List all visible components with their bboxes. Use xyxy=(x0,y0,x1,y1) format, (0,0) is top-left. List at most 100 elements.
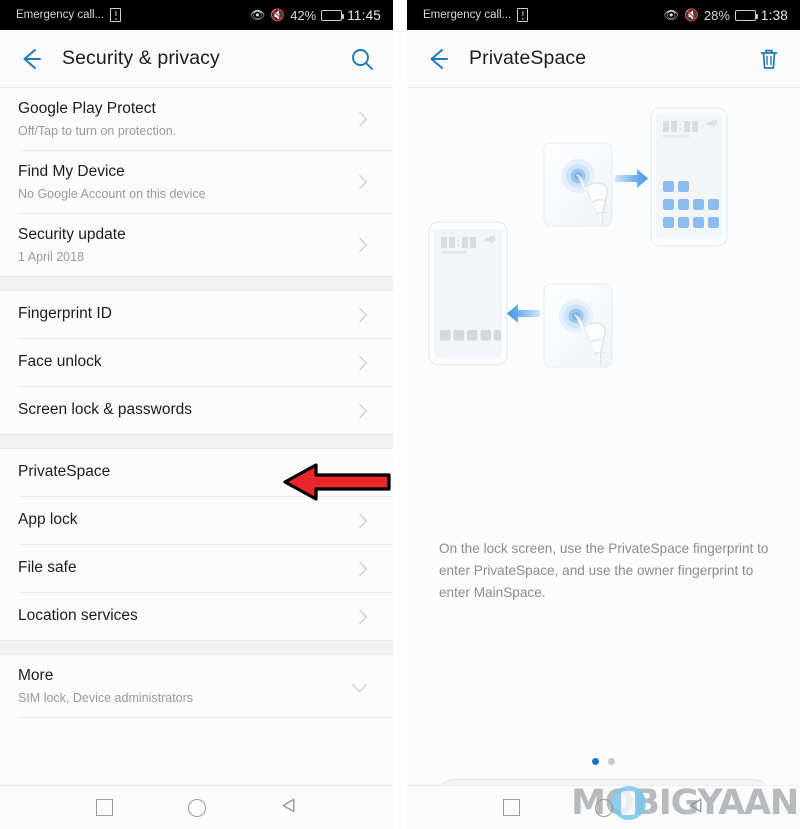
chevron-right-icon xyxy=(352,513,368,528)
privatespace-fingerprint-illustration xyxy=(407,96,800,436)
arrow-right xyxy=(615,169,648,188)
chevron-right-icon xyxy=(352,561,368,576)
page-indicator xyxy=(407,758,800,765)
list-item-text: Location services xyxy=(18,606,355,627)
right-phone-screen: Emergency call... 👁 🔇 28% 1:38 PrivateSp… xyxy=(407,0,800,829)
delete-trash-icon[interactable] xyxy=(756,46,782,72)
list-item-screen-lock-passwords[interactable]: Screen lock & passwords xyxy=(0,387,393,434)
list-item-find-my-device[interactable]: Find My Device No Google Account on this … xyxy=(0,151,393,213)
list-item-google-play-protect[interactable]: Google Play Protect Off/Tap to turn on pr… xyxy=(0,88,393,150)
sim-card-icon xyxy=(110,8,122,22)
list-item-label: PrivateSpace xyxy=(18,463,111,481)
recents-square-icon[interactable] xyxy=(95,799,113,816)
chevron-down-icon xyxy=(351,676,368,692)
list-item-text: File safe xyxy=(18,558,355,579)
chevron-right-icon xyxy=(352,609,368,624)
section-separator xyxy=(0,640,393,655)
battery-icon xyxy=(321,9,345,21)
sim-card-icon xyxy=(517,8,529,22)
mute-icon: 🔇 xyxy=(683,8,699,22)
list-item-label: Screen lock & passwords xyxy=(18,401,193,419)
page-dot-2[interactable] xyxy=(608,758,615,765)
privatespace-phone-right xyxy=(650,107,728,247)
screenshot-root: Emergency call... 👁 🔇 42% 11:45 Security… xyxy=(0,0,800,829)
list-item-app-lock[interactable]: App lock xyxy=(0,497,393,544)
list-item-text: Find My Device No Google Account on this … xyxy=(18,162,355,202)
back-triangle-icon[interactable] xyxy=(281,797,298,819)
list-item-text: Security update 1 April 2018 xyxy=(18,225,355,265)
settings-list: Google Play Protect Off/Tap to turn on pr… xyxy=(0,88,393,718)
list-item-label: File safe xyxy=(18,559,77,577)
status-bar-right: Emergency call... 👁 🔇 28% 1:38 xyxy=(407,0,800,30)
battery-percent-label: 42% xyxy=(290,7,317,23)
list-item-sublabel: SIM lock, Device administrators xyxy=(18,690,194,705)
chevron-right-icon xyxy=(352,111,368,127)
list-item-label: Location services xyxy=(18,607,138,625)
list-item-text: More SIM lock, Device administrators xyxy=(18,666,354,706)
status-bar-right-group: 👁 🔇 28% 1:38 xyxy=(664,8,788,23)
list-item-label: Security update xyxy=(18,225,126,243)
home-circle-icon[interactable] xyxy=(594,798,613,817)
list-item-sublabel: 1 April 2018 xyxy=(18,249,85,264)
list-item-more[interactable]: More SIM lock, Device administrators xyxy=(0,655,393,717)
app-bar-security-privacy: Security & privacy xyxy=(0,30,393,88)
list-item-location-services[interactable]: Location services xyxy=(0,593,393,640)
list-item-privatespace[interactable]: PrivateSpace xyxy=(0,449,393,496)
carrier-label: Emergency call... xyxy=(16,9,105,21)
section-separator xyxy=(0,434,393,449)
eye-comfort-icon: 👁 xyxy=(663,8,679,22)
nav-bar-left xyxy=(0,785,393,829)
carrier-label: Emergency call... xyxy=(423,9,512,21)
list-item-text: App lock xyxy=(18,510,355,531)
section-separator xyxy=(0,276,393,291)
list-item-label: App lock xyxy=(18,511,78,529)
search-icon[interactable] xyxy=(349,46,375,72)
privatespace-body: On the lock screen, use the PrivateSpace… xyxy=(407,88,800,829)
status-bar-left-group: Emergency call... xyxy=(16,8,122,22)
list-divider xyxy=(18,717,393,718)
chevron-right-icon xyxy=(352,237,368,253)
list-item-label: Face unlock xyxy=(18,353,102,371)
list-item-label: More xyxy=(18,666,54,684)
page-dot-1[interactable] xyxy=(592,758,599,765)
status-bar-right-group: 👁 🔇 42% 11:45 xyxy=(250,8,381,23)
list-item-label: Google Play Protect xyxy=(18,99,156,117)
list-item-text: Fingerprint ID xyxy=(18,304,355,325)
eye-comfort-icon: 👁 xyxy=(250,8,266,22)
page-title: Security & privacy xyxy=(62,47,220,69)
list-item-text: Screen lock & passwords xyxy=(18,400,355,421)
list-item-file-safe[interactable]: File safe xyxy=(0,545,393,592)
list-item-text: PrivateSpace xyxy=(18,462,375,483)
list-item-face-unlock[interactable]: Face unlock xyxy=(0,339,393,386)
back-arrow-icon[interactable] xyxy=(18,46,44,72)
clock-label: 1:38 xyxy=(760,7,788,23)
back-arrow-icon[interactable] xyxy=(425,46,451,72)
back-triangle-icon[interactable] xyxy=(688,797,705,819)
list-item-security-update[interactable]: Security update 1 April 2018 xyxy=(0,214,393,276)
list-item-label: Find My Device xyxy=(18,162,125,180)
home-circle-icon[interactable] xyxy=(187,798,206,817)
list-item-fingerprint-id[interactable]: Fingerprint ID xyxy=(0,291,393,338)
mainspace-phone-left xyxy=(428,221,508,366)
battery-icon xyxy=(734,9,759,21)
mute-icon: 🔇 xyxy=(270,8,286,22)
recents-square-icon[interactable] xyxy=(502,799,520,816)
chevron-right-icon xyxy=(352,174,368,190)
privatespace-description: On the lock screen, use the PrivateSpace… xyxy=(439,541,769,601)
nav-bar-right xyxy=(407,785,800,829)
list-item-text: Face unlock xyxy=(18,352,355,373)
chevron-right-icon xyxy=(352,355,368,370)
list-item-label: Fingerprint ID xyxy=(18,305,112,323)
chevron-right-icon xyxy=(352,307,368,322)
app-bar-privatespace: PrivateSpace xyxy=(407,30,800,88)
status-bar-left: Emergency call... 👁 🔇 42% 11:45 xyxy=(0,0,393,30)
arrow-left xyxy=(507,304,540,323)
chevron-right-icon xyxy=(352,403,368,418)
page-title: PrivateSpace xyxy=(469,47,587,69)
list-item-text: Google Play Protect Off/Tap to turn on pr… xyxy=(18,99,355,139)
list-item-sublabel: No Google Account on this device xyxy=(18,186,206,201)
battery-percent-label: 28% xyxy=(703,7,730,23)
status-bar-left-group: Emergency call... xyxy=(423,8,529,22)
clock-label: 11:45 xyxy=(347,7,381,23)
panel-gutter xyxy=(393,0,407,829)
